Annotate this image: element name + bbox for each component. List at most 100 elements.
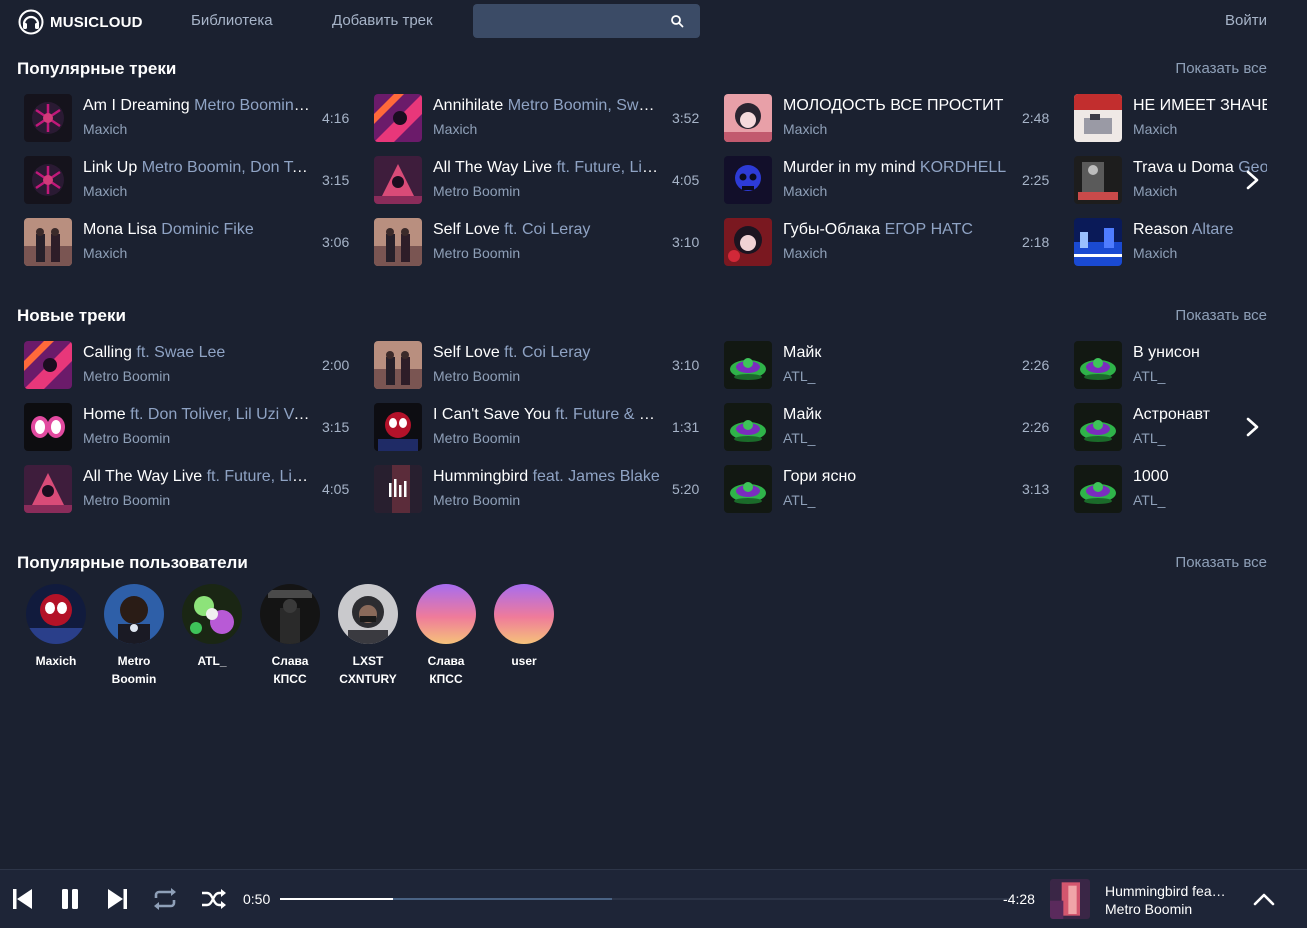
popular-track-item[interactable]: Self Love ft. Coi Leray Metro Boomin 3:10 [367,211,707,273]
track-cover[interactable] [1074,341,1122,389]
new-track-item[interactable]: Home ft. Don Toliver, Lil Uzi Vert Metro … [17,396,357,458]
user-card[interactable]: Слава КПСС [255,584,325,688]
track-artist[interactable]: Maxich [783,245,827,261]
track-artist[interactable]: Metro Boomin [83,492,170,508]
new-track-item[interactable]: All The Way Live ft. Future, Lil Uzi Ver… [17,458,357,520]
track-artist[interactable]: ATL_ [783,430,815,446]
search-input[interactable] [473,4,683,38]
track-title[interactable]: Am I Dreaming Metro Boomin, A$AP Rocky, … [83,97,311,115]
shuffle-icon[interactable] [199,885,227,913]
now-playing-cover[interactable] [1050,879,1090,919]
avatar[interactable] [338,584,398,644]
track-artist[interactable]: Maxich [783,121,827,137]
avatar[interactable] [104,584,164,644]
track-cover[interactable] [24,341,72,389]
user-card[interactable]: ATL_ [177,584,247,670]
login-link[interactable]: Войти [1225,12,1267,29]
chevron-right-icon[interactable] [1243,166,1263,194]
popular-track-item[interactable]: Губы-Облака ЕГОР НАТС Maxich 2:18 [717,211,1057,273]
repeat-icon[interactable] [151,885,179,913]
new-track-item[interactable]: Hummingbird feat. James Blake Metro Boomi… [367,458,707,520]
track-title[interactable]: НЕ ИМЕЕТ ЗНАЧЕНИЯ [1133,97,1267,115]
track-title[interactable]: Murder in my mind KORDHELL [783,159,1011,177]
popular-track-item[interactable]: Trava u Doma Geo Maxich [1067,149,1267,211]
track-cover[interactable] [1074,403,1122,451]
users-show-all-link[interactable]: Показать все [1175,554,1267,571]
avatar[interactable] [260,584,320,644]
popular-track-item[interactable]: Annihilate Metro Boomin, Swae Lee, Lil W… [367,87,707,149]
new-track-item[interactable]: Гори ясно ATL_ 3:13 [717,458,1057,520]
track-artist[interactable]: Maxich [83,183,127,199]
track-artist[interactable]: Maxich [83,121,127,137]
track-artist[interactable]: Maxich [433,121,477,137]
track-title[interactable]: Self Love ft. Coi Leray [433,344,661,362]
track-artist[interactable]: ATL_ [1133,430,1165,446]
track-cover[interactable] [374,156,422,204]
nav-library[interactable]: Библиотека [191,12,273,29]
track-title[interactable]: Гори ясно [783,468,1011,486]
track-artist[interactable]: Maxich [1133,121,1177,137]
user-card[interactable]: Слава КПСС [411,584,481,688]
avatar[interactable] [416,584,476,644]
new-track-item[interactable]: Self Love ft. Coi Leray Metro Boomin 3:10 [367,334,707,396]
track-title[interactable]: All The Way Live ft. Future, Lil Uzi Ver… [83,468,311,486]
track-cover[interactable] [374,218,422,266]
track-cover[interactable] [24,218,72,266]
track-title[interactable]: Майк [783,344,1011,362]
track-cover[interactable] [724,156,772,204]
track-artist[interactable]: ATL_ [783,368,815,384]
track-title[interactable]: Reason Altare [1133,221,1267,239]
chevron-right-icon[interactable] [1243,413,1263,441]
track-cover[interactable] [1074,218,1122,266]
track-title[interactable]: В унисон [1133,344,1267,362]
track-title[interactable]: Annihilate Metro Boomin, Swae Lee, Lil W… [433,97,661,115]
track-title[interactable]: Губы-Облака ЕГОР НАТС [783,221,1011,239]
track-title[interactable]: Home ft. Don Toliver, Lil Uzi Vert [83,406,311,424]
track-cover[interactable] [724,218,772,266]
track-cover[interactable] [374,94,422,142]
track-cover[interactable] [1074,94,1122,142]
popular-track-item[interactable]: Murder in my mind KORDHELL Maxich 2:25 [717,149,1057,211]
track-artist[interactable]: Metro Boomin [83,368,170,384]
track-artist[interactable]: Metro Boomin [433,368,520,384]
track-artist[interactable]: Metro Boomin [83,430,170,446]
now-playing-title[interactable]: Hummingbird feat. James Blake [1105,883,1227,899]
track-cover[interactable] [24,465,72,513]
track-title[interactable]: All The Way Live ft. Future, Lil Uzi Ver… [433,159,661,177]
new-track-item[interactable]: Майк ATL_ 2:26 [717,396,1057,458]
now-playing-artist[interactable]: Metro Boomin [1105,901,1192,917]
track-title[interactable]: Mona Lisa Dominic Fike [83,221,311,239]
popular-track-item[interactable]: Reason Altare Maxich [1067,211,1257,273]
popular-track-item[interactable]: МОЛОДОСТЬ ВСЕ ПРОСТИТ Maxich 2:48 [717,87,1057,149]
popular-show-all-link[interactable]: Показать все [1175,60,1267,77]
nav-add-track[interactable]: Добавить трек [332,12,433,29]
track-artist[interactable]: Metro Boomin [433,492,520,508]
track-title[interactable]: МОЛОДОСТЬ ВСЕ ПРОСТИТ [783,97,1011,115]
popular-track-item[interactable]: Link Up Metro Boomin, Don Toliver, WizKi… [17,149,357,211]
chevron-up-icon[interactable] [1250,885,1278,913]
new-track-item[interactable]: В унисон ATL_ [1067,334,1257,396]
track-cover[interactable] [724,403,772,451]
track-artist[interactable]: Maxich [83,245,127,261]
new-track-item[interactable]: Calling ft. Swae Lee Metro Boomin 2:00 [17,334,357,396]
new-track-item[interactable]: Астронавт ATL_ [1067,396,1257,458]
popular-track-item[interactable]: All The Way Live ft. Future, Lil Uzi Ver… [367,149,707,211]
popular-track-item[interactable]: НЕ ИМЕЕТ ЗНАЧЕНИЯ Maxich [1067,87,1267,149]
previous-icon[interactable] [8,885,36,913]
track-cover[interactable] [374,341,422,389]
popular-track-item[interactable]: Mona Lisa Dominic Fike Maxich 3:06 [17,211,357,273]
user-card[interactable]: Metro Boomin [99,584,169,688]
logo[interactable]: MUSICLOUD [18,9,143,35]
track-cover[interactable] [24,403,72,451]
track-cover[interactable] [374,465,422,513]
track-artist[interactable]: Maxich [1133,183,1177,199]
new-track-item[interactable]: I Can't Save You ft. Future & Don Tolive… [367,396,707,458]
new-track-item[interactable]: 1000 ATL_ [1067,458,1257,520]
track-artist[interactable]: Metro Boomin [433,183,520,199]
search-icon[interactable] [670,14,684,28]
avatar[interactable] [26,584,86,644]
track-artist[interactable]: Maxich [1133,245,1177,261]
track-title[interactable]: Calling ft. Swae Lee [83,344,311,362]
track-title[interactable]: Hummingbird feat. James Blake [433,468,661,486]
track-title[interactable]: Майк [783,406,1011,424]
